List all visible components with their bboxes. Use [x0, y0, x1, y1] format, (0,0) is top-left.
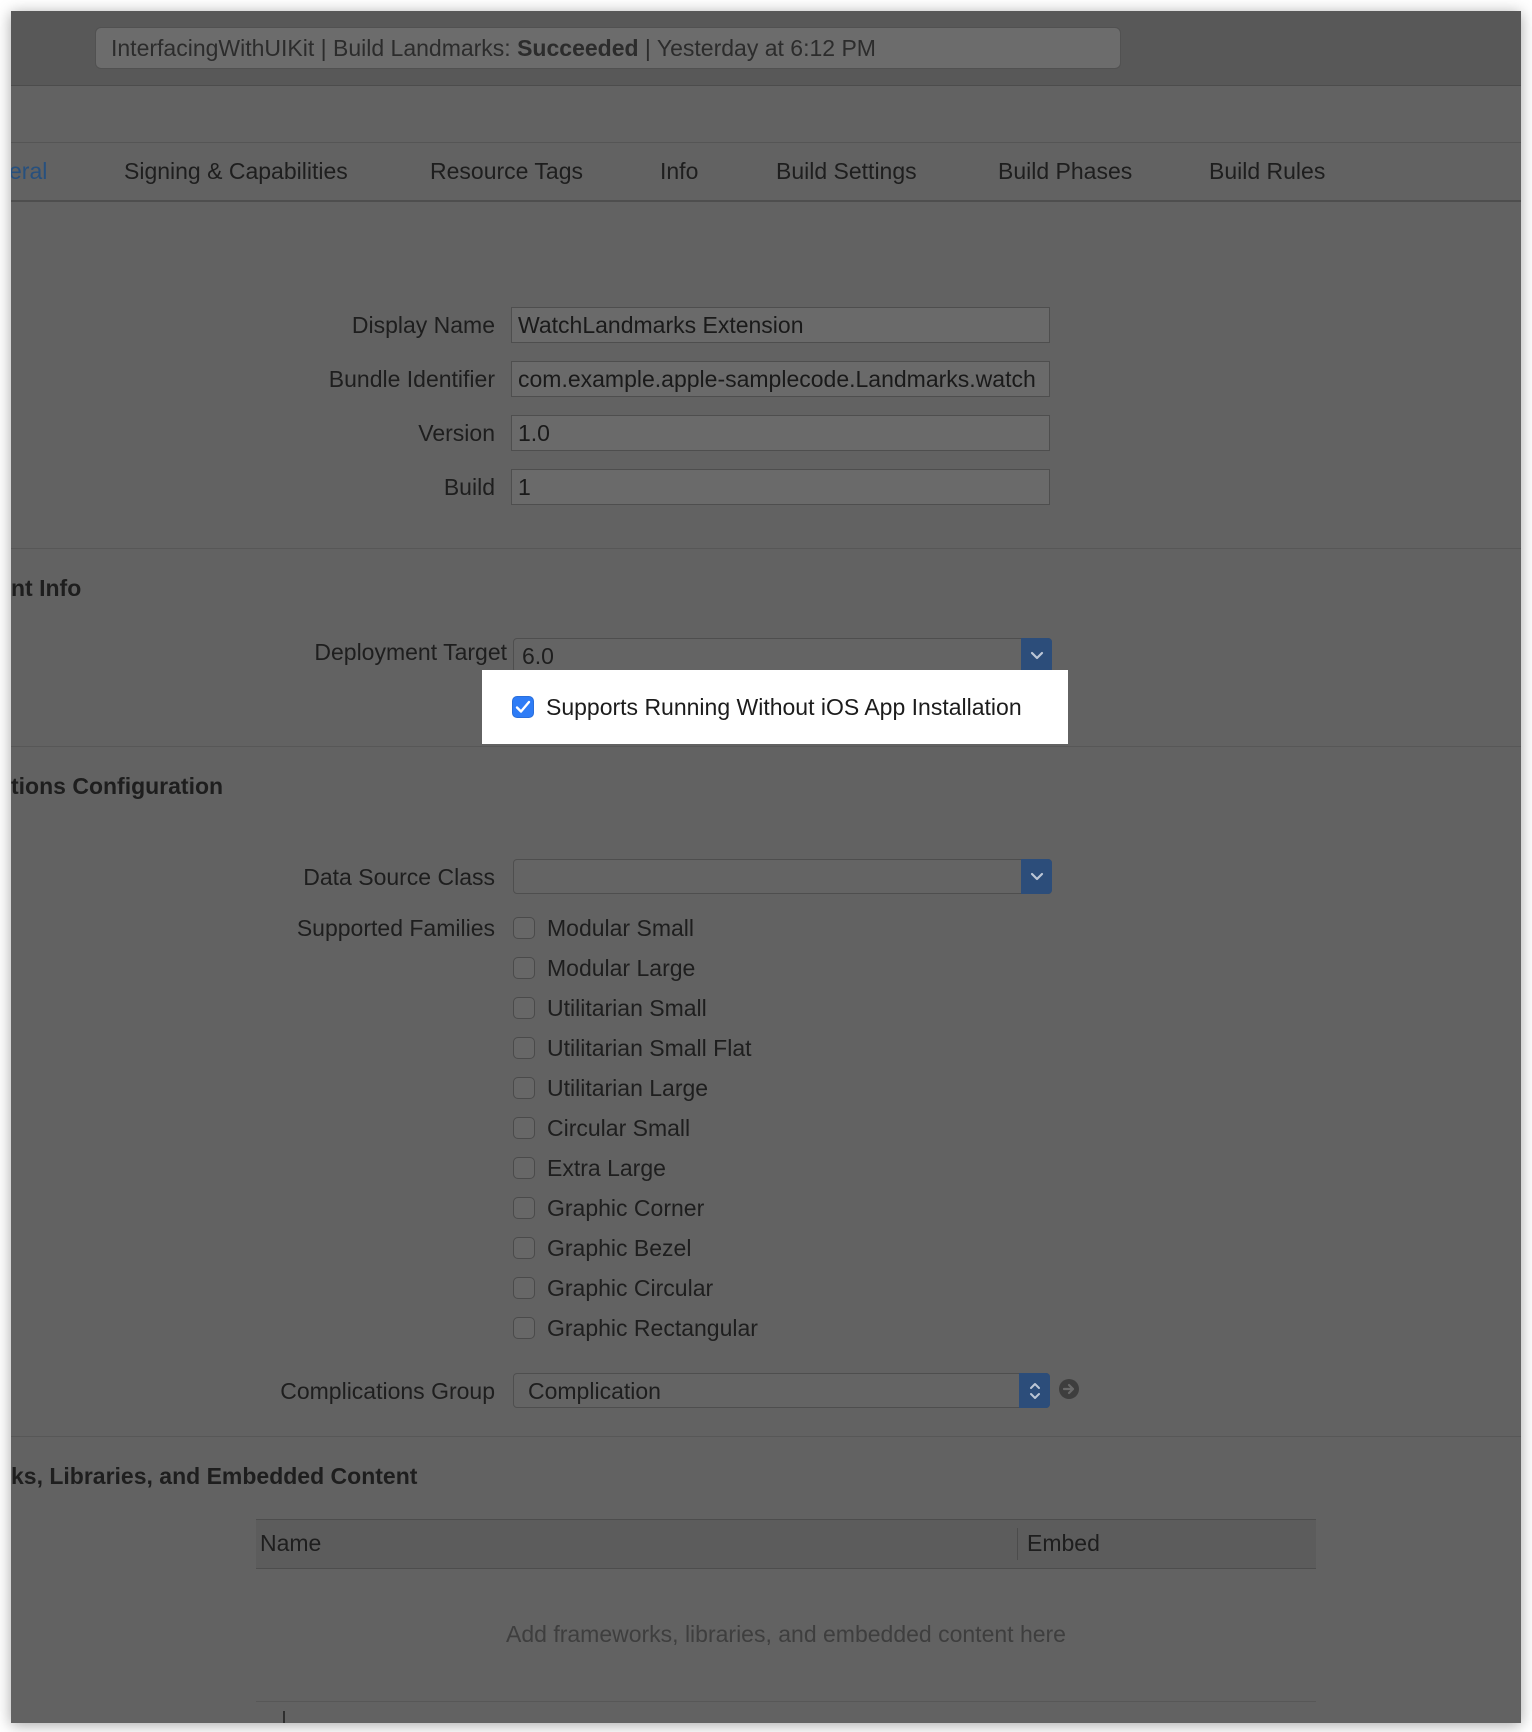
frameworks-table-header: Name Embed [256, 1519, 1316, 1569]
column-separator [1017, 1528, 1018, 1560]
bundle-identifier-label: Bundle Identifier [328, 366, 495, 392]
checkbox-icon [513, 997, 535, 1019]
checkbox-icon [513, 1117, 535, 1139]
complications-group-select[interactable]: Complication [513, 1373, 1050, 1408]
checkmark-icon [512, 696, 534, 718]
family-checkbox-utilitarian-small-flat[interactable]: Utilitarian Small Flat [513, 1033, 752, 1063]
tab-general[interactable]: eral [11, 143, 47, 200]
frameworks-section-title: ks, Libraries, and Embedded Content [11, 1463, 418, 1489]
family-checkbox-graphic-circular[interactable]: Graphic Circular [513, 1273, 713, 1303]
chevron-down-icon [1021, 638, 1052, 673]
toolbar: InterfacingWithUIKit | Build Landmarks: … [11, 11, 1521, 86]
deployment-target-select[interactable]: 6.0 [513, 638, 1052, 673]
family-checkbox-graphic-rectangular[interactable]: Graphic Rectangular [513, 1313, 758, 1343]
go-to-arrow-icon[interactable] [1059, 1379, 1079, 1399]
family-checkbox-graphic-corner[interactable]: Graphic Corner [513, 1193, 704, 1223]
family-label: Graphic Bezel [547, 1234, 692, 1261]
data-source-class-select[interactable] [513, 859, 1052, 894]
checkbox-icon [513, 1197, 535, 1219]
build-field[interactable]: 1 [511, 469, 1050, 505]
family-checkbox-modular-small[interactable]: Modular Small [513, 913, 694, 943]
family-label: Extra Large [547, 1154, 666, 1181]
frameworks-empty-placeholder: Add frameworks, libraries, and embedded … [506, 1621, 1066, 1647]
family-checkbox-utilitarian-small[interactable]: Utilitarian Small [513, 993, 707, 1023]
activity-suffix: | Yesterday at 6:12 PM [638, 35, 876, 61]
deployment-target-value: 6.0 [522, 643, 554, 669]
supports-running-label: Supports Running Without iOS App Install… [546, 693, 1022, 720]
checkbox-icon [513, 1037, 535, 1059]
column-header-name[interactable]: Name [260, 1520, 321, 1566]
complications-configuration-title: tions Configuration [11, 773, 224, 799]
complications-group-label: Complications Group [280, 1378, 495, 1404]
activity-prefix: InterfacingWithUIKit | Build Landmarks: [111, 35, 518, 61]
family-label: Graphic Corner [547, 1194, 705, 1221]
activity-status: Succeeded [517, 35, 639, 61]
xcode-window: InterfacingWithUIKit | Build Landmarks: … [11, 11, 1521, 1723]
build-label: Build [443, 474, 495, 500]
checkbox-icon [513, 1237, 535, 1259]
version-field[interactable]: 1.0 [511, 415, 1050, 451]
checkbox-icon [513, 1317, 535, 1339]
display-name-label: Display Name [351, 312, 495, 338]
family-label: Utilitarian Small [547, 994, 707, 1021]
editor-subbar [11, 86, 1521, 143]
checkbox-icon [513, 957, 535, 979]
family-label: Utilitarian Small Flat [547, 1034, 752, 1061]
section-divider [11, 548, 1521, 549]
table-bottom-divider [256, 1701, 1316, 1702]
checkbox-icon [513, 1277, 535, 1299]
deployment-info-title: nt Info [11, 575, 82, 601]
up-down-chevron-icon [1019, 1373, 1050, 1408]
family-label: Graphic Circular [547, 1274, 714, 1301]
tab-info[interactable]: Info [660, 143, 698, 200]
family-label: Circular Small [547, 1114, 691, 1141]
complications-group-value: Complication [528, 1378, 661, 1404]
data-source-class-label: Data Source Class [303, 864, 495, 890]
column-header-embed[interactable]: Embed [1027, 1520, 1100, 1566]
family-checkbox-utilitarian-large[interactable]: Utilitarian Large [513, 1073, 708, 1103]
chevron-down-icon [1021, 859, 1052, 894]
add-button-icon[interactable] [283, 1711, 285, 1723]
bundle-identifier-field[interactable]: com.example.apple-samplecode.Landmarks.w… [511, 361, 1050, 397]
checkbox-icon [513, 1077, 535, 1099]
deployment-target-label: Deployment Target [314, 639, 507, 665]
tab-build-phases[interactable]: Build Phases [998, 143, 1132, 200]
tab-build-settings[interactable]: Build Settings [776, 143, 917, 200]
family-label: Graphic Rectangular [547, 1314, 758, 1341]
family-checkbox-graphic-bezel[interactable]: Graphic Bezel [513, 1233, 691, 1263]
checkbox-icon [513, 1157, 535, 1179]
family-label: Utilitarian Large [547, 1074, 709, 1101]
section-divider [11, 1436, 1521, 1437]
family-label: Modular Small [547, 914, 694, 941]
supports-running-without-ios-checkbox[interactable]: Supports Running Without iOS App Install… [512, 692, 1022, 722]
tab-build-rules[interactable]: Build Rules [1209, 143, 1325, 200]
family-checkbox-modular-large[interactable]: Modular Large [513, 953, 695, 983]
family-checkbox-extra-large[interactable]: Extra Large [513, 1153, 666, 1183]
checkbox-icon [513, 917, 535, 939]
section-divider [11, 746, 1521, 747]
display-name-field[interactable]: WatchLandmarks Extension [511, 307, 1050, 343]
family-checkbox-circular-small[interactable]: Circular Small [513, 1113, 690, 1143]
version-label: Version [418, 420, 495, 446]
editor-tab-bar: eral Signing & Capabilities Resource Tag… [11, 143, 1521, 202]
supported-families-label: Supported Families [296, 915, 495, 941]
activity-status-bar: InterfacingWithUIKit | Build Landmarks: … [95, 27, 1121, 69]
tab-resource-tags[interactable]: Resource Tags [430, 143, 583, 200]
highlight-callout: Supports Running Without iOS App Install… [482, 670, 1068, 744]
family-label: Modular Large [547, 954, 696, 981]
tab-signing-capabilities[interactable]: Signing & Capabilities [124, 143, 348, 200]
